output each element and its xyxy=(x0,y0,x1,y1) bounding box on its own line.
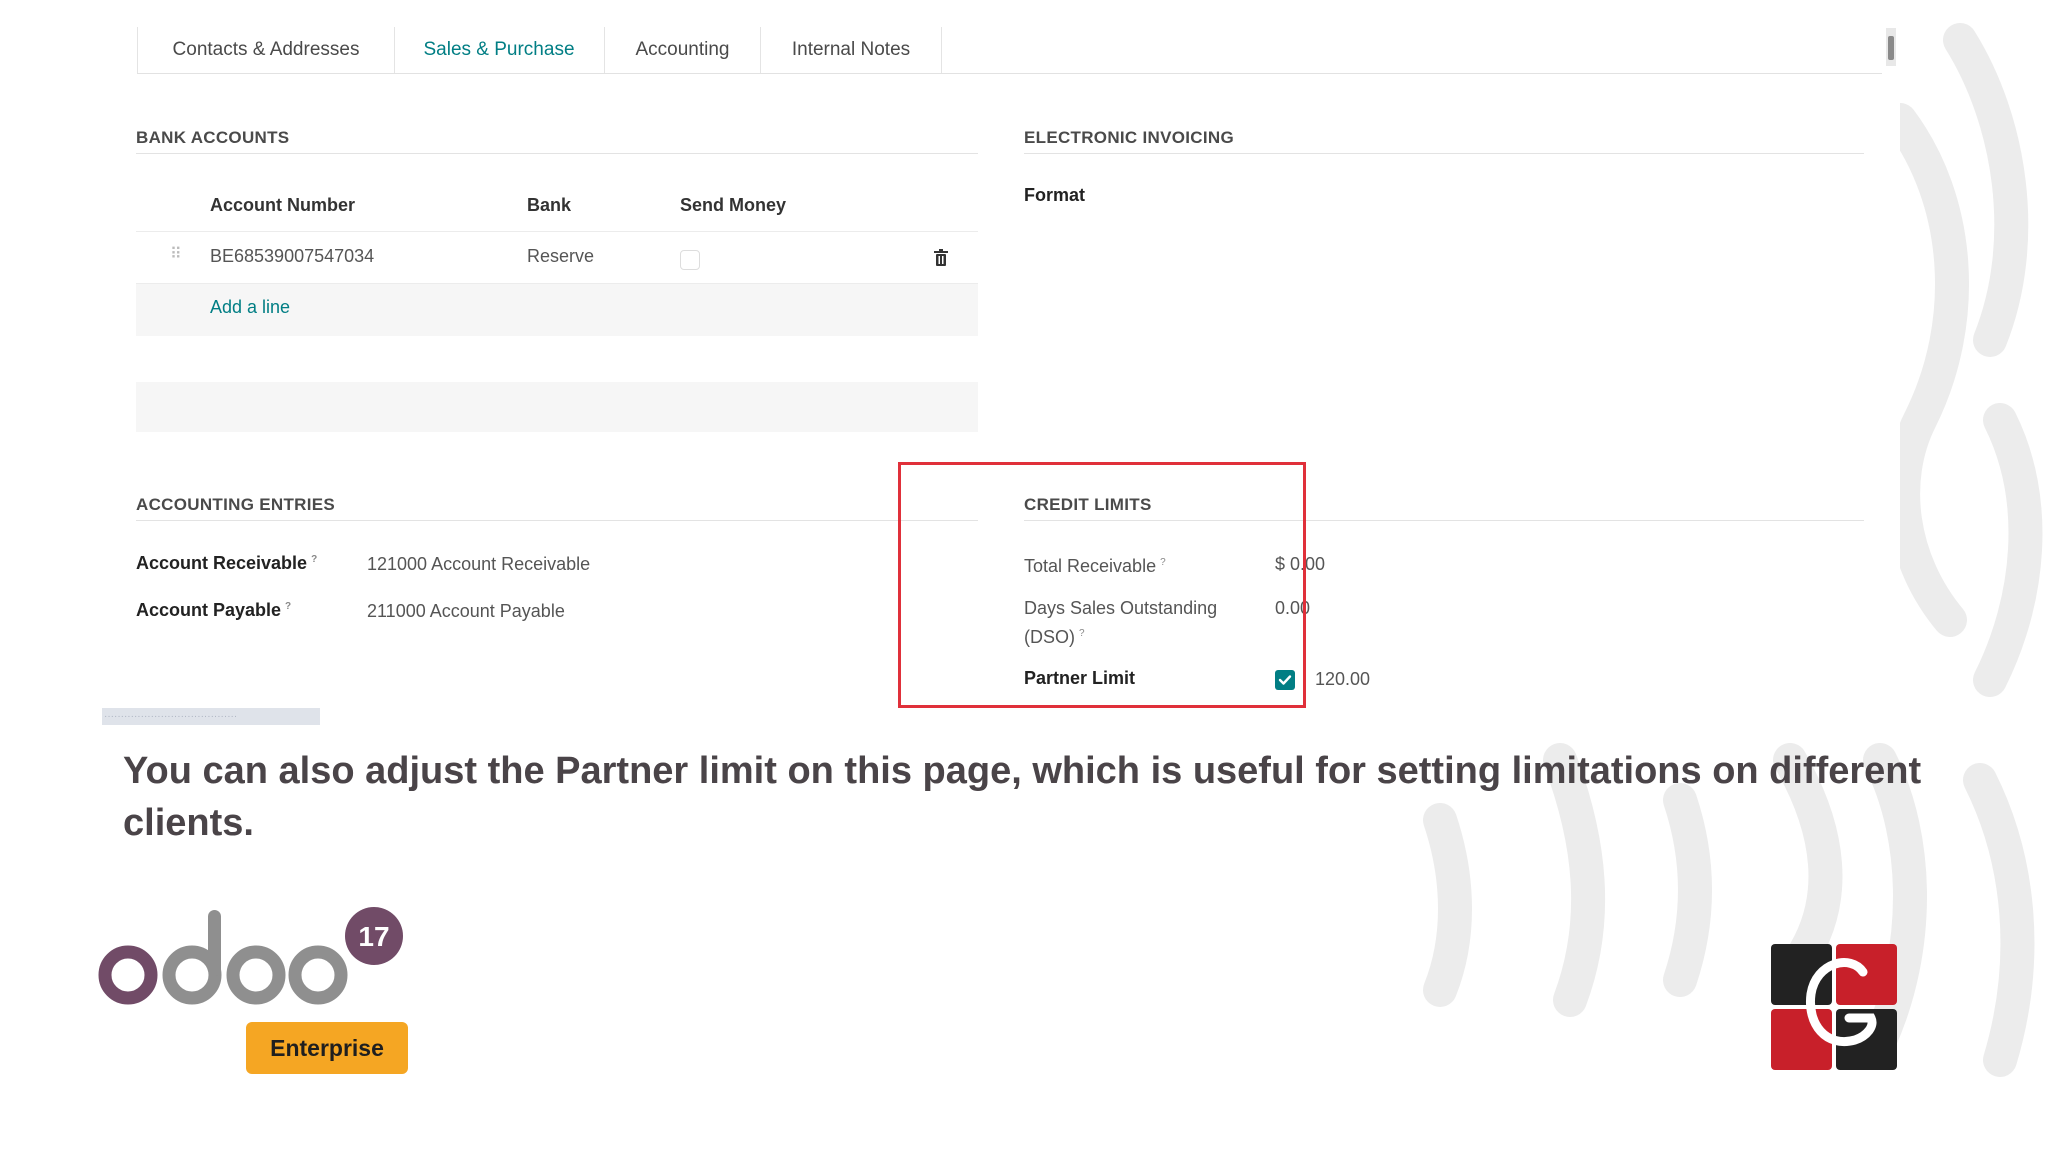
scrollbar-thumb[interactable] xyxy=(1888,36,1894,60)
tab-internal-notes[interactable]: Internal Notes xyxy=(761,27,942,73)
account-payable-field[interactable]: 211000 Account Payable xyxy=(367,601,565,622)
blurred-url: ········································ xyxy=(102,708,320,725)
notebook-tabs: Contacts & Addresses Sales & Purchase Ac… xyxy=(137,27,1882,74)
company-logo xyxy=(1771,944,1897,1070)
partner-limit-input[interactable]: 120.00 xyxy=(1315,669,1370,690)
section-divider xyxy=(136,153,978,154)
empty-row xyxy=(136,382,978,432)
caption-text: You can also adjust the Partner limit on… xyxy=(123,750,1922,844)
add-line-link[interactable]: Add a line xyxy=(210,297,290,318)
scrollbar[interactable] xyxy=(1886,28,1896,66)
section-divider xyxy=(136,520,978,521)
table-divider xyxy=(136,231,978,232)
col-send-money[interactable]: Send Money xyxy=(680,195,786,216)
tab-contacts-addresses[interactable]: Contacts & Addresses xyxy=(137,27,395,73)
account-receivable-label: Account Receivable? xyxy=(136,553,318,573)
col-bank[interactable]: Bank xyxy=(527,195,571,216)
version-number: 17 xyxy=(358,921,389,952)
credit-limits-highlight xyxy=(898,462,1306,708)
tab-sales-purchase[interactable]: Sales & Purchase xyxy=(394,27,605,73)
bank-cell[interactable]: Reserve xyxy=(527,246,594,267)
format-label: Format xyxy=(1024,185,1086,205)
accounting-entries-title: ACCOUNTING ENTRIES xyxy=(136,495,336,514)
trash-icon[interactable] xyxy=(934,249,948,266)
drag-handle-icon[interactable]: ⠿ xyxy=(170,244,182,264)
bank-accounts-title: BANK ACCOUNTS xyxy=(136,128,290,147)
electronic-invoicing-title: ELECTRONIC INVOICING xyxy=(1024,128,1235,147)
account-receivable-field[interactable]: 121000 Account Receivable xyxy=(367,554,590,575)
col-account-number[interactable]: Account Number xyxy=(210,195,355,216)
tab-accounting[interactable]: Accounting xyxy=(605,27,761,73)
section-divider xyxy=(1024,153,1864,154)
account-payable-label: Account Payable? xyxy=(136,600,292,620)
enterprise-badge: Enterprise xyxy=(246,1022,408,1074)
account-number-cell[interactable]: BE68539007547034 xyxy=(210,246,374,267)
help-icon[interactable]: ? xyxy=(311,554,317,565)
send-money-checkbox[interactable] xyxy=(680,250,700,270)
help-icon[interactable]: ? xyxy=(285,601,291,612)
